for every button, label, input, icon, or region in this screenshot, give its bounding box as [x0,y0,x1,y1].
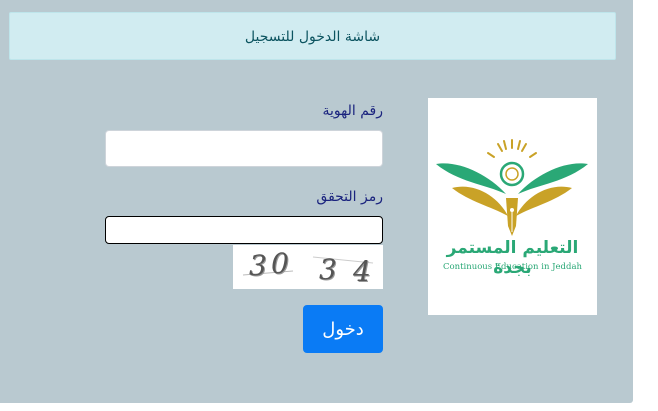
header-bar: شاشة الدخول للتسجيل [9,12,616,60]
logo-english-text: Continuous Education in Jeddah [443,262,582,272]
page-title: شاشة الدخول للتسجيل [244,29,381,45]
captcha-label: رمز التحقق [316,189,383,205]
logo: التعليم المستمر بجدة Continuous Educatio… [428,98,597,315]
id-label: رقم الهوية [322,103,383,119]
captcha-char: 0 [271,247,289,280]
logo-emblem [436,139,588,236]
captcha-input[interactable] [105,216,383,244]
captcha-char: 3 [319,253,337,286]
login-button[interactable]: دخول [303,305,383,353]
id-number-input[interactable] [105,130,383,167]
logo-arabic-text: التعليم المستمر بجدة [446,238,579,278]
captcha-char: 3 [249,249,267,282]
captcha-char: 4 [353,255,371,288]
captcha-image: 3 0 3 4 [233,245,383,289]
login-panel: شاشة الدخول للتسجيل رقم الهوية رمز التحق… [0,0,633,403]
